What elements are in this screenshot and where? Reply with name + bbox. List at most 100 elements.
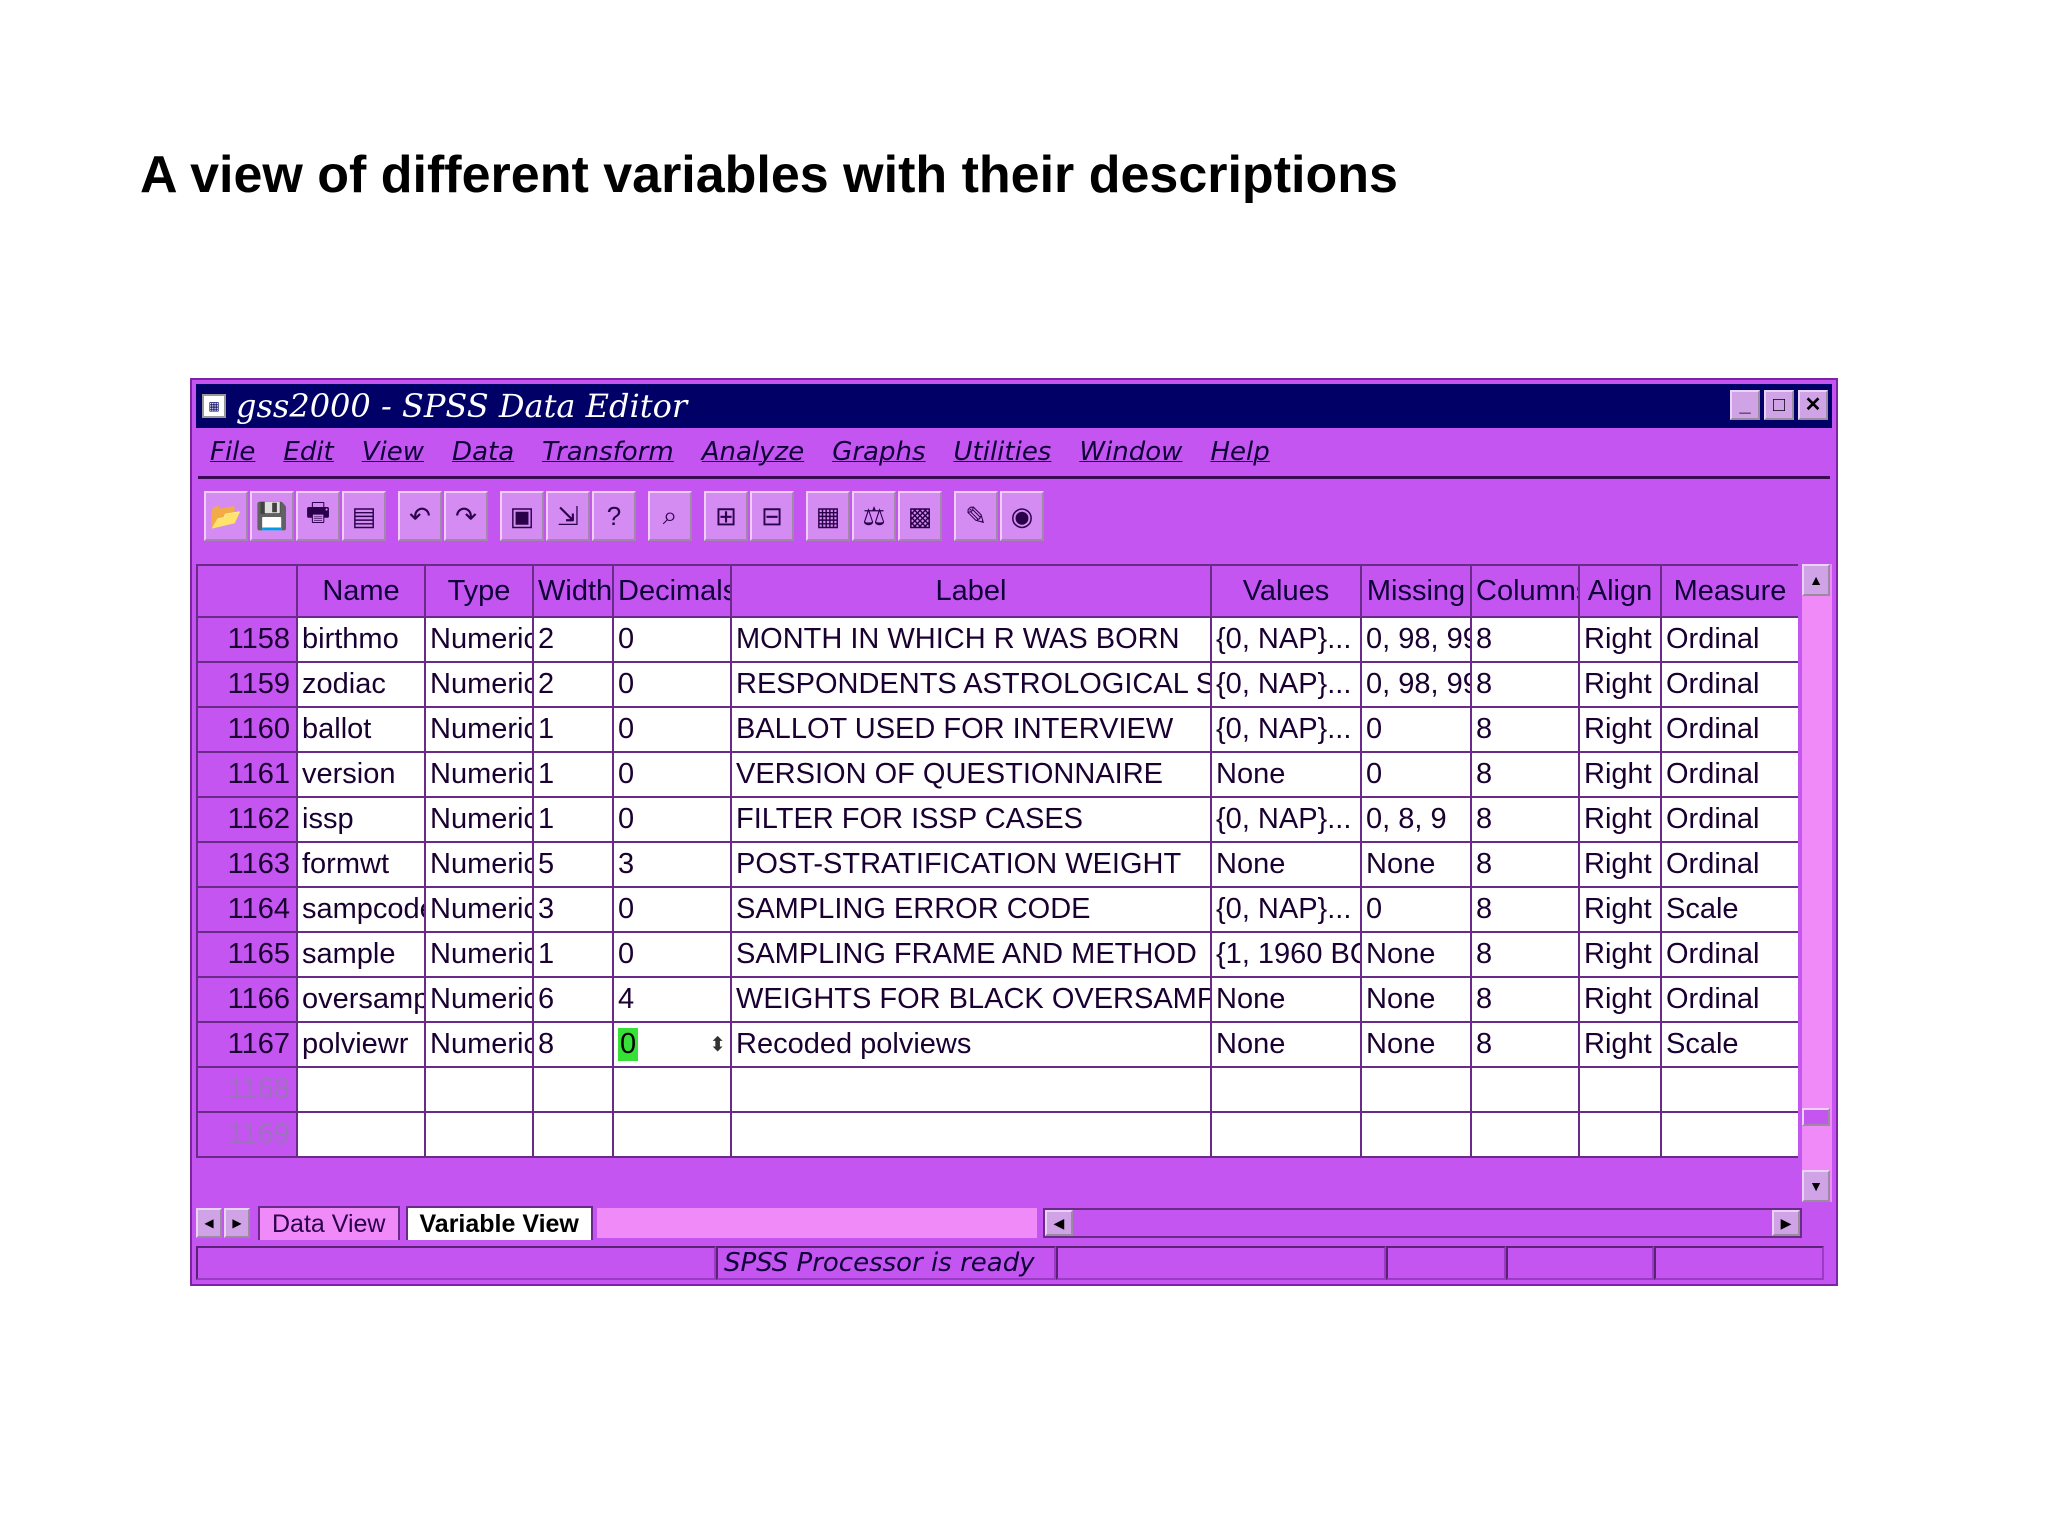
cell-missing[interactable]: 0, 98, 99 bbox=[1360, 661, 1472, 708]
cell-columns[interactable]: 8 bbox=[1470, 931, 1580, 978]
menu-file[interactable]: File bbox=[210, 437, 255, 467]
cell-missing[interactable]: 0 bbox=[1360, 706, 1472, 753]
cell-label[interactable]: MONTH IN WHICH R WAS BORN bbox=[730, 616, 1212, 663]
spinner-icon[interactable]: ⬍ bbox=[709, 1032, 726, 1057]
column-header-values[interactable]: Values bbox=[1210, 564, 1362, 618]
tab-next-icon[interactable]: ▶ bbox=[224, 1208, 250, 1238]
row-number[interactable]: 1161 bbox=[196, 751, 298, 798]
cell-empty[interactable] bbox=[424, 1111, 534, 1158]
cell-label[interactable]: BALLOT USED FOR INTERVIEW bbox=[730, 706, 1212, 753]
cell-label[interactable]: SAMPLING ERROR CODE bbox=[730, 886, 1212, 933]
row-number[interactable]: 1160 bbox=[196, 706, 298, 753]
cell-missing[interactable]: None bbox=[1360, 976, 1472, 1023]
cell-width[interactable]: 1 bbox=[532, 931, 614, 978]
cell-width[interactable]: 1 bbox=[532, 796, 614, 843]
column-header-align[interactable]: Align bbox=[1578, 564, 1662, 618]
cell-editor-value[interactable]: 0 bbox=[618, 1028, 639, 1061]
redo-icon[interactable]: ↷ bbox=[444, 491, 488, 541]
menu-help[interactable]: Help bbox=[1210, 437, 1269, 467]
cell-name[interactable]: zodiac bbox=[296, 661, 426, 708]
cell-empty[interactable] bbox=[296, 1111, 426, 1158]
cell-missing[interactable]: None bbox=[1360, 841, 1472, 888]
cell-type[interactable]: Numeric bbox=[424, 661, 534, 708]
row-number[interactable]: 1163 bbox=[196, 841, 298, 888]
cell-missing[interactable]: 0 bbox=[1360, 751, 1472, 798]
cell-decimals-active[interactable]: 0 ⬍ bbox=[612, 1021, 732, 1068]
cell-width[interactable]: 2 bbox=[532, 616, 614, 663]
cell-name[interactable]: sample bbox=[296, 931, 426, 978]
cell-measure[interactable]: Ordinal bbox=[1660, 931, 1798, 978]
cell-missing[interactable]: None bbox=[1360, 931, 1472, 978]
cell-missing[interactable]: 0 bbox=[1360, 886, 1472, 933]
cell-width[interactable]: 1 bbox=[532, 706, 614, 753]
cell-decimals[interactable]: 3 bbox=[612, 841, 732, 888]
cell-align[interactable]: Right bbox=[1578, 706, 1662, 753]
variables-icon[interactable]: ? bbox=[592, 491, 636, 541]
cell-width[interactable]: 8 bbox=[532, 1021, 614, 1068]
cell-values[interactable]: None bbox=[1210, 751, 1362, 798]
cell-label[interactable]: SAMPLING FRAME AND METHOD bbox=[730, 931, 1212, 978]
cell-label[interactable]: VERSION OF QUESTIONNAIRE bbox=[730, 751, 1212, 798]
menu-analyze[interactable]: Analyze bbox=[702, 437, 804, 467]
scroll-up-icon[interactable]: ▲ bbox=[1802, 564, 1830, 596]
cell-empty[interactable] bbox=[424, 1066, 534, 1113]
menu-graphs[interactable]: Graphs bbox=[832, 437, 925, 467]
cell-empty[interactable] bbox=[532, 1066, 614, 1113]
cell-label[interactable]: FILTER FOR ISSP CASES bbox=[730, 796, 1212, 843]
cell-width[interactable]: 6 bbox=[532, 976, 614, 1023]
cell-columns[interactable]: 8 bbox=[1470, 886, 1580, 933]
save-icon[interactable]: 💾 bbox=[250, 491, 294, 541]
insert-case-icon[interactable]: ⊞ bbox=[704, 491, 748, 541]
cell-decimals[interactable]: 0 bbox=[612, 796, 732, 843]
dialog-recall-icon[interactable]: ▤ bbox=[342, 491, 386, 541]
cell-align[interactable]: Right bbox=[1578, 931, 1662, 978]
cell-decimals[interactable]: 0 bbox=[612, 931, 732, 978]
cell-label[interactable]: RESPONDENTS ASTROLOGICAL SIGN bbox=[730, 661, 1212, 708]
print-icon[interactable]: 🖶 bbox=[296, 491, 340, 541]
cell-empty[interactable] bbox=[612, 1066, 732, 1113]
cell-empty[interactable] bbox=[1360, 1066, 1472, 1113]
cell-name[interactable]: polviewr bbox=[296, 1021, 426, 1068]
column-header-name[interactable]: Name bbox=[296, 564, 426, 618]
insert-variable-icon[interactable]: ⊟ bbox=[750, 491, 794, 541]
cell-type[interactable]: Numeric bbox=[424, 1021, 534, 1068]
cell-align[interactable]: Right bbox=[1578, 1021, 1662, 1068]
cell-width[interactable]: 1 bbox=[532, 751, 614, 798]
vertical-scrollbar[interactable]: ▲ ▼ bbox=[1802, 564, 1832, 1202]
cell-decimals[interactable]: 0 bbox=[612, 751, 732, 798]
goto-chart-icon[interactable]: ▣ bbox=[500, 491, 544, 541]
cell-type[interactable]: Numeric bbox=[424, 841, 534, 888]
cell-align[interactable]: Right bbox=[1578, 796, 1662, 843]
row-number[interactable]: 1169 bbox=[196, 1111, 298, 1158]
cell-measure[interactable]: Ordinal bbox=[1660, 976, 1798, 1023]
column-header-missing[interactable]: Missing bbox=[1360, 564, 1472, 618]
weight-cases-icon[interactable]: ⚖ bbox=[852, 491, 896, 541]
cell-width[interactable]: 2 bbox=[532, 661, 614, 708]
cell-type[interactable]: Numeric bbox=[424, 796, 534, 843]
cell-values[interactable]: {0, NAP}... bbox=[1210, 706, 1362, 753]
tab-prev-icon[interactable]: ◀ bbox=[196, 1208, 222, 1238]
cell-name[interactable]: formwt bbox=[296, 841, 426, 888]
cell-measure[interactable]: Ordinal bbox=[1660, 841, 1798, 888]
cell-empty[interactable] bbox=[612, 1111, 732, 1158]
cell-align[interactable]: Right bbox=[1578, 751, 1662, 798]
cell-columns[interactable]: 8 bbox=[1470, 661, 1580, 708]
cell-columns[interactable]: 8 bbox=[1470, 751, 1580, 798]
cell-columns[interactable]: 8 bbox=[1470, 1021, 1580, 1068]
cell-empty[interactable] bbox=[1660, 1066, 1798, 1113]
menu-view[interactable]: View bbox=[362, 437, 424, 467]
scroll-left-icon[interactable]: ◀ bbox=[1044, 1210, 1073, 1236]
split-file-icon[interactable]: ▦ bbox=[806, 491, 850, 541]
cell-values[interactable]: {0, NAP}... bbox=[1210, 661, 1362, 708]
cell-width[interactable]: 5 bbox=[532, 841, 614, 888]
cell-values[interactable]: None bbox=[1210, 841, 1362, 888]
cell-name[interactable]: ballot bbox=[296, 706, 426, 753]
row-number[interactable]: 1167 bbox=[196, 1021, 298, 1068]
tab-data-view[interactable]: Data View bbox=[258, 1206, 400, 1240]
cell-type[interactable]: Numeric bbox=[424, 616, 534, 663]
menu-transform[interactable]: Transform bbox=[542, 437, 674, 467]
cell-name[interactable]: version bbox=[296, 751, 426, 798]
row-number[interactable]: 1168 bbox=[196, 1066, 298, 1113]
scroll-right-icon[interactable]: ▶ bbox=[1772, 1210, 1800, 1236]
close-button[interactable]: ✕ bbox=[1798, 390, 1828, 420]
